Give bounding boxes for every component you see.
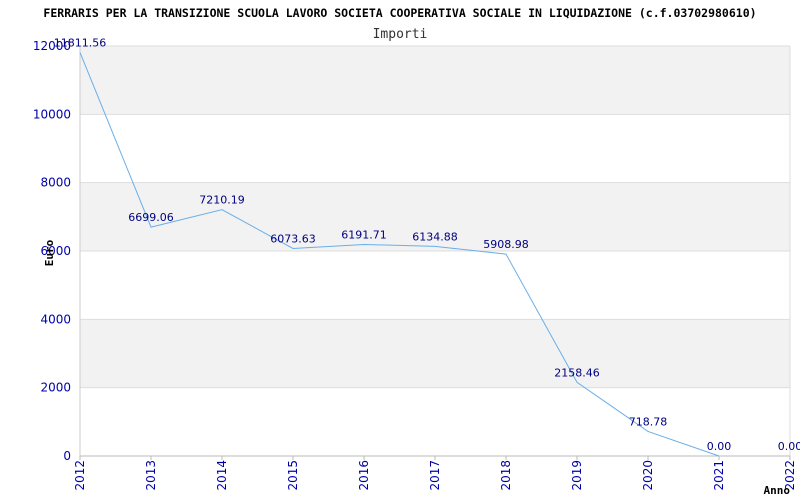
y-tick-label: 8000 xyxy=(40,176,71,190)
data-label: 5908.98 xyxy=(483,238,529,251)
data-label: 6699.06 xyxy=(128,211,174,224)
x-axis-label: Anno xyxy=(764,484,791,497)
grid-band xyxy=(80,387,790,456)
data-label: 7210.19 xyxy=(199,194,245,207)
chart-title: FERRARIS PER LA TRANSIZIONE SCUOLA LAVOR… xyxy=(43,6,756,20)
y-tick-label: 2000 xyxy=(40,381,71,395)
x-axis-ticks: 2012 2013 2014 2015 2016 2017 2018 2019 2020 2021… xyxy=(73,456,797,491)
x-tick-label: 2018 xyxy=(499,460,513,491)
x-tick-label: 2012 xyxy=(73,460,87,491)
grid-band xyxy=(80,114,790,183)
x-tick-label: 2014 xyxy=(215,460,229,491)
grid-band xyxy=(80,46,790,115)
chart-subtitle: Importi xyxy=(373,27,428,42)
x-tick-label: 2017 xyxy=(428,460,442,491)
x-tick-label: 2016 xyxy=(357,460,371,491)
data-label: 6191.71 xyxy=(341,228,387,241)
x-tick-label: 2015 xyxy=(286,460,300,491)
data-label: 6134.88 xyxy=(412,230,458,243)
data-label: 2158.46 xyxy=(554,366,600,379)
data-label: 0.00 xyxy=(778,440,800,453)
data-label: 6073.63 xyxy=(270,232,316,245)
data-label: 11811.56 xyxy=(54,36,107,49)
grid-band xyxy=(80,319,790,388)
data-label: 0.00 xyxy=(707,440,732,453)
line-chart: 020004000600080001000012000 2012 2013 2014… xyxy=(33,6,800,497)
y-tick-label: 0 xyxy=(63,449,71,463)
x-tick-label: 2013 xyxy=(144,460,158,491)
grid-band xyxy=(80,251,790,320)
x-tick-label: 2021 xyxy=(712,460,726,491)
data-label: 718.78 xyxy=(629,415,668,428)
y-axis-label: Euro xyxy=(43,239,56,266)
y-tick-label: 4000 xyxy=(40,312,71,326)
x-tick-label: 2019 xyxy=(570,460,584,491)
y-tick-label: 10000 xyxy=(33,107,71,121)
x-tick-label: 2020 xyxy=(641,460,655,491)
